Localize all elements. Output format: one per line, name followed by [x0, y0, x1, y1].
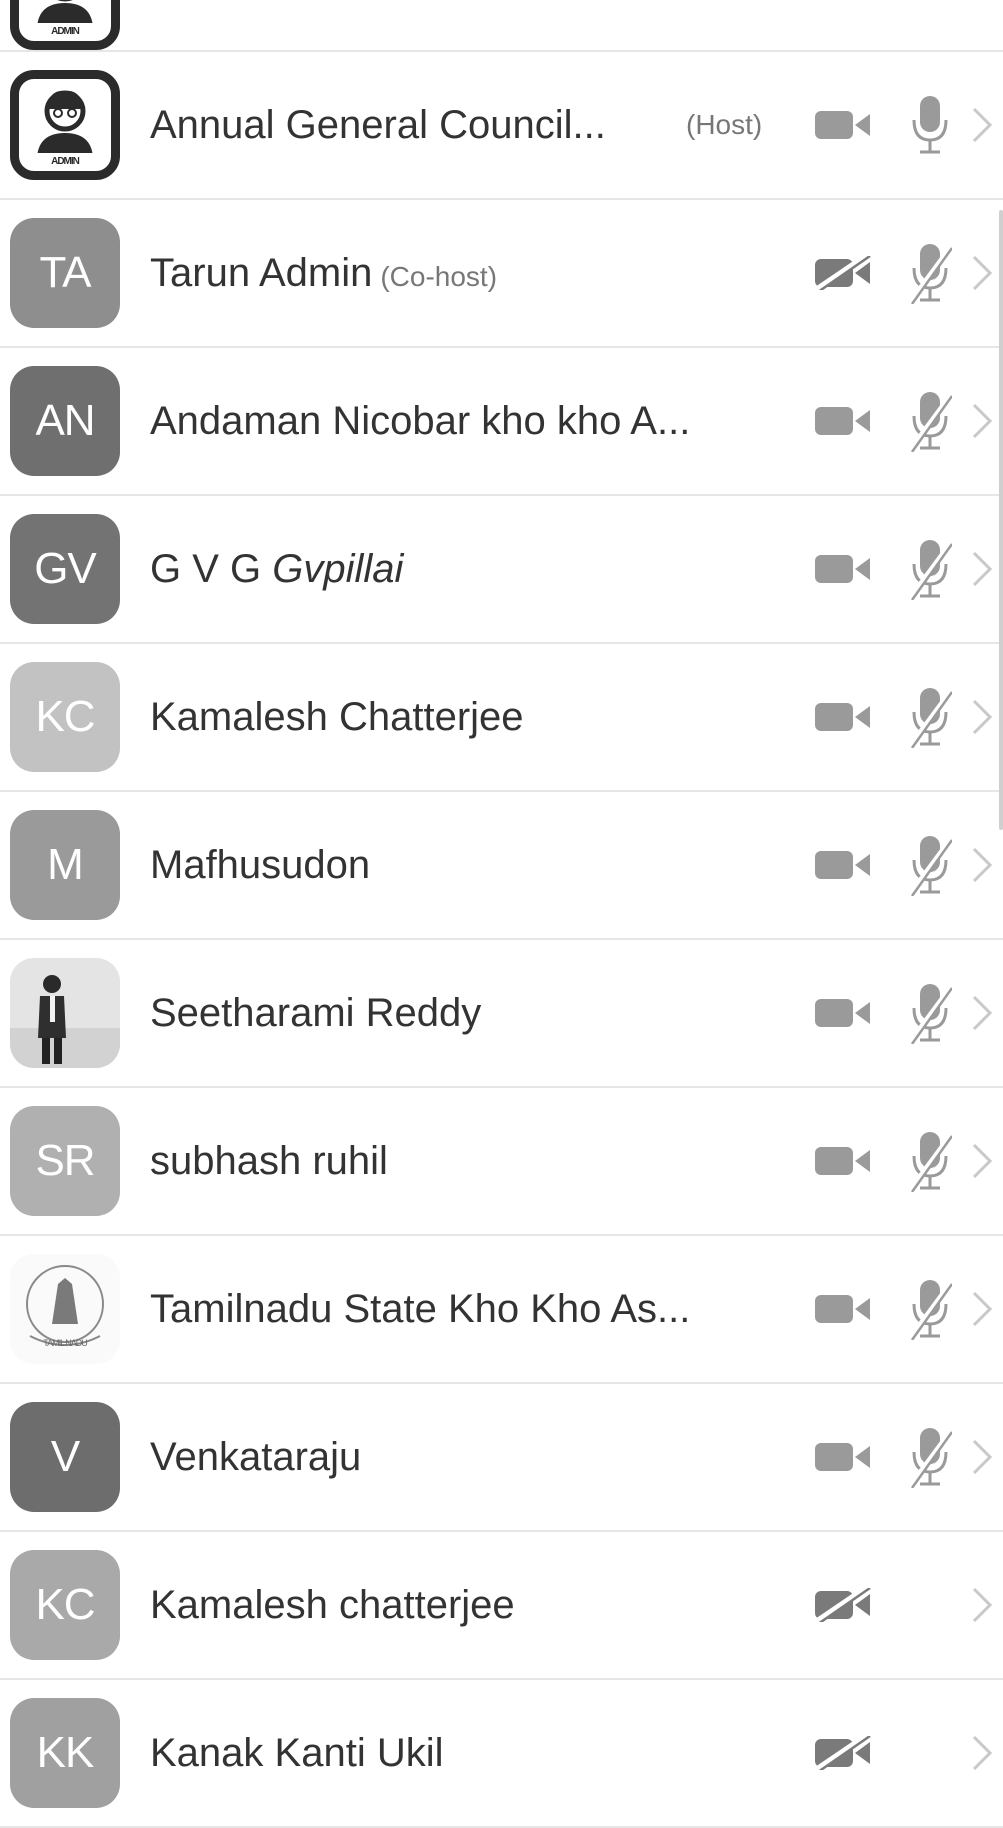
video-camera-icon[interactable] — [814, 848, 872, 882]
participant-row[interactable]: GV G V G Gvpillai — [0, 496, 1003, 644]
avatar: ADMIN — [10, 0, 120, 50]
scrollbar[interactable] — [999, 210, 1003, 830]
participant-row[interactable]: TA Tarun Admin (Co-host) — [0, 200, 1003, 348]
participant-row[interactable]: TAMIL NADU Tamilnadu State Kho Kho As... — [0, 1236, 1003, 1384]
participant-name: Tarun Admin (Co-host) — [150, 250, 498, 295]
chevron-right-icon[interactable] — [970, 253, 994, 293]
participant-row[interactable]: V Venkataraju — [0, 1384, 1003, 1532]
avatar — [10, 958, 120, 1068]
participant-name: Tamilnadu State Kho Kho As... — [150, 1286, 691, 1331]
role-badge: (Co-host) — [380, 260, 498, 292]
participant-row[interactable]: KC Kamalesh chatterjee — [0, 1532, 1003, 1680]
participant-row[interactable]: M Mafhusudon — [0, 792, 1003, 940]
microphone-muted-icon[interactable] — [907, 1278, 954, 1341]
avatar: AN — [10, 366, 120, 476]
participant-name: Seetharami Reddy — [150, 990, 482, 1035]
video-camera-icon[interactable] — [814, 996, 872, 1030]
microphone-muted-icon[interactable] — [907, 1426, 954, 1489]
avatar: GV — [10, 514, 120, 624]
chevron-right-icon[interactable] — [970, 549, 994, 589]
participant-name: Kamalesh chatterjee — [150, 1582, 515, 1627]
avatar: KC — [10, 662, 120, 772]
microphone-muted-icon[interactable] — [907, 686, 954, 749]
video-camera-icon[interactable] — [814, 700, 872, 734]
participant-name: G V G Gvpillai — [150, 546, 404, 591]
video-camera-off-icon[interactable] — [814, 1733, 872, 1774]
participant-name: Mafhusudon — [150, 842, 371, 887]
video-camera-off-icon[interactable] — [814, 1585, 872, 1626]
video-camera-icon[interactable] — [814, 1292, 872, 1326]
video-camera-icon[interactable] — [814, 108, 872, 142]
microphone-muted-icon[interactable] — [907, 390, 954, 453]
avatar: KC — [10, 1550, 120, 1660]
video-camera-icon[interactable] — [814, 404, 872, 438]
participant-name: Annual General Council... — [150, 102, 606, 147]
participant-row[interactable]: SR subhash ruhil — [0, 1088, 1003, 1236]
avatar: ADMIN — [10, 70, 120, 180]
chevron-right-icon[interactable] — [970, 1289, 994, 1329]
avatar: KK — [10, 1698, 120, 1808]
participant-name: subhash ruhil — [150, 1138, 388, 1183]
participant-row[interactable]: KC Kamalesh Chatterjee — [0, 644, 1003, 792]
chevron-right-icon[interactable] — [970, 105, 994, 145]
role-badge: (Host) — [686, 109, 763, 140]
avatar: V — [10, 1402, 120, 1512]
chevron-right-icon[interactable] — [970, 1585, 994, 1625]
participant-row[interactable]: KK Kanak Kanti Ukil — [0, 1680, 1003, 1828]
video-camera-icon[interactable] — [814, 552, 872, 586]
participant-name: Venkataraju — [150, 1434, 362, 1479]
video-camera-icon[interactable] — [814, 1144, 872, 1178]
avatar: SR — [10, 1106, 120, 1216]
participant-row[interactable]: Seetharami Reddy — [0, 940, 1003, 1088]
chevron-right-icon[interactable] — [970, 1437, 994, 1477]
participant-name: Kamalesh Chatterjee — [150, 694, 524, 739]
chevron-right-icon[interactable] — [970, 1141, 994, 1181]
participant-row[interactable]: ADMIN — [0, 0, 1003, 52]
chevron-right-icon[interactable] — [970, 401, 994, 441]
microphone-muted-icon[interactable] — [907, 982, 954, 1045]
avatar: M — [10, 810, 120, 920]
participant-name: Kanak Kanti Ukil — [150, 1730, 444, 1775]
microphone-icon[interactable] — [908, 94, 952, 156]
chevron-right-icon[interactable] — [970, 697, 994, 737]
participant-name: Andaman Nicobar kho kho A... — [150, 398, 691, 443]
avatar: TA — [10, 218, 120, 328]
microphone-muted-icon[interactable] — [907, 538, 954, 601]
chevron-right-icon[interactable] — [970, 993, 994, 1033]
chevron-right-icon[interactable] — [970, 1733, 994, 1773]
video-camera-off-icon[interactable] — [814, 253, 872, 294]
participant-row[interactable]: ADMIN Annual General Council... (Host) — [0, 52, 1003, 200]
microphone-muted-icon[interactable] — [907, 242, 954, 305]
participants-list: ADMIN ADMIN Annual General Council... (Hos… — [0, 0, 1003, 1828]
microphone-muted-icon[interactable] — [907, 1130, 954, 1193]
participant-row[interactable]: AN Andaman Nicobar kho kho A... — [0, 348, 1003, 496]
microphone-muted-icon[interactable] — [907, 834, 954, 897]
avatar: TAMIL NADU — [10, 1254, 120, 1364]
video-camera-icon[interactable] — [814, 1440, 872, 1474]
chevron-right-icon[interactable] — [970, 845, 994, 885]
